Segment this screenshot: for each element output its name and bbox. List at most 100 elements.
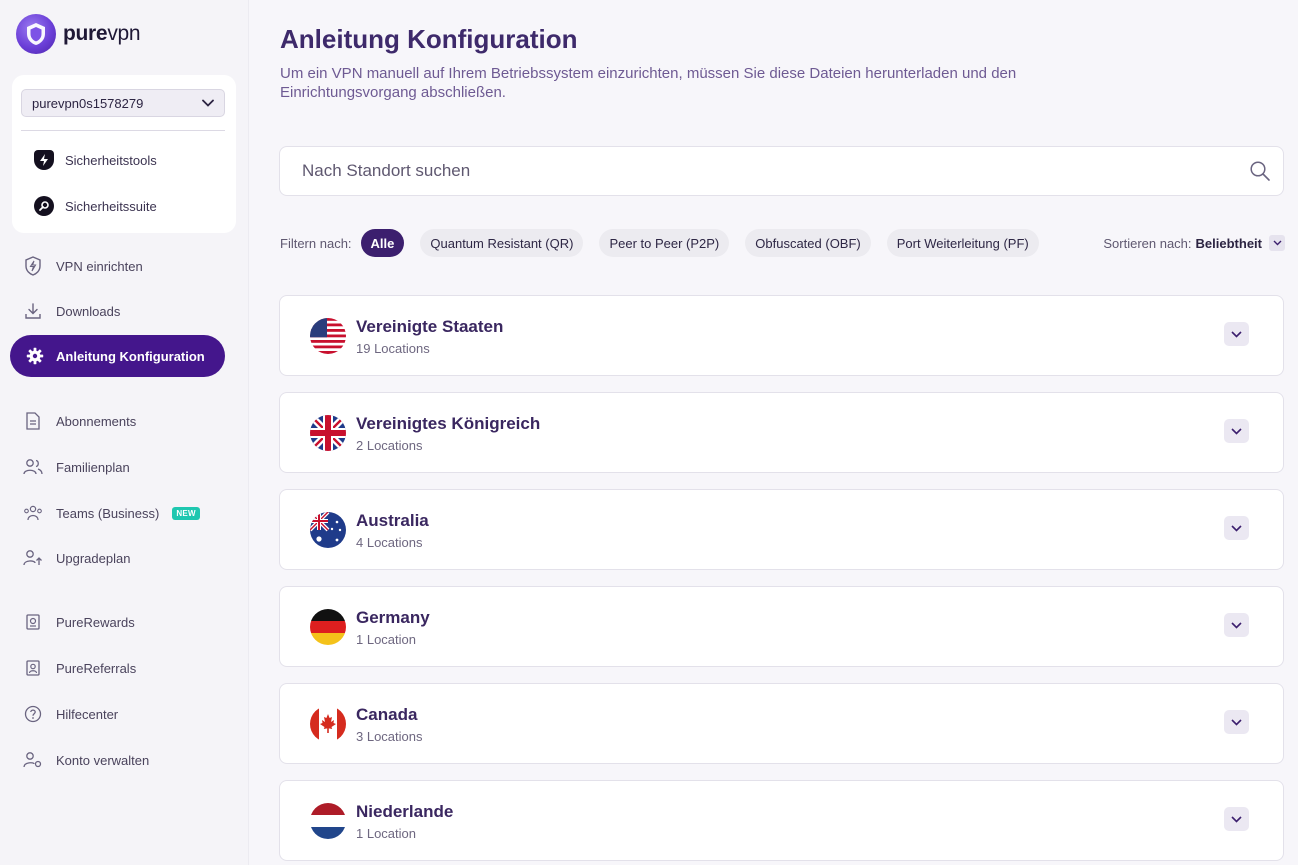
page-title: Anleitung Konfiguration xyxy=(280,24,578,54)
chevron-down-icon xyxy=(1231,718,1242,726)
country-name: Australia xyxy=(356,511,429,530)
filter-chip-all[interactable]: Alle xyxy=(360,229,405,257)
expand-button[interactable] xyxy=(1224,613,1249,637)
account-selector[interactable]: purevpn0s1578279 xyxy=(21,89,225,117)
shield-bolt-outline-icon xyxy=(22,255,44,277)
sidebar-item-subscriptions[interactable]: Abonnements xyxy=(22,410,136,432)
sidebar-item-family-plan[interactable]: Familienplan xyxy=(22,456,130,478)
filter-chip-p2p[interactable]: Peer to Peer (P2P) xyxy=(599,229,730,257)
sidebar-item-label: PureReferrals xyxy=(56,660,137,676)
chevron-down-icon xyxy=(1231,815,1242,823)
rewards-icon xyxy=(22,611,44,633)
sidebar-item-label: Sicherheitstools xyxy=(65,152,157,168)
sidebar-item-label: Upgradeplan xyxy=(56,550,131,566)
nl-flag-icon xyxy=(310,803,346,839)
shield-bolt-icon xyxy=(34,150,54,170)
country-name: Germany xyxy=(356,608,430,627)
country-name: Vereinigtes Königreich xyxy=(356,414,541,433)
sidebar-item-security-tools[interactable]: Sicherheitstools xyxy=(34,150,157,170)
account-card: purevpn0s1578279 Sicherheitstools Sicher… xyxy=(12,75,236,233)
user-settings-icon xyxy=(22,749,44,771)
sidebar-item-upgrade[interactable]: Upgradeplan xyxy=(22,547,130,569)
sidebar-item-label: Hilfecenter xyxy=(56,706,119,722)
sidebar-item-help-center[interactable]: Hilfecenter xyxy=(22,703,118,725)
sidebar-item-pure-rewards[interactable]: PureRewards xyxy=(22,611,135,633)
country-card-canada[interactable]: Canada 3 Locations xyxy=(279,683,1284,764)
new-badge: NEW xyxy=(172,506,200,520)
sidebar-item-label: Sicherheitssuite xyxy=(65,198,157,214)
filter-chip-port-forwarding[interactable]: Port Weiterleitung (PF) xyxy=(886,229,1039,257)
uk-flag-icon xyxy=(310,415,346,451)
country-card-germany[interactable]: Germany 1 Location xyxy=(279,586,1284,667)
sidebar-item-label: Abonnements xyxy=(56,413,137,429)
chevron-down-icon xyxy=(1231,330,1242,338)
users-icon xyxy=(22,456,44,478)
expand-button[interactable] xyxy=(1224,516,1249,540)
sidebar-item-label: Familienplan xyxy=(56,459,130,475)
sort-value: Beliebtheit xyxy=(1195,235,1262,251)
chevron-down-icon xyxy=(1231,427,1242,435)
country-location-count: 2 Locations xyxy=(356,438,423,453)
us-flag-icon xyxy=(310,318,346,354)
country-location-count: 4 Locations xyxy=(356,535,423,550)
purevpn-logo-icon xyxy=(16,14,56,54)
country-name: Niederlande xyxy=(356,802,454,821)
filter-bar: Filtern nach: Alle Quantum Resistant (QR… xyxy=(280,228,1285,258)
chevron-down-icon xyxy=(1231,621,1242,629)
chevron-down-icon xyxy=(202,99,214,107)
help-circle-icon xyxy=(22,703,44,725)
country-card-netherlands[interactable]: Niederlande 1 Location xyxy=(279,780,1284,861)
page-subtitle: Um ein VPN manuell auf Ihrem Betriebssys… xyxy=(280,65,1017,101)
filter-chip-quantum-resistant[interactable]: Quantum Resistant (QR) xyxy=(420,229,584,257)
chevron-down-icon xyxy=(1269,235,1285,251)
sidebar-item-pure-referrals[interactable]: PureReferrals xyxy=(22,657,136,679)
sidebar-item-teams[interactable]: Teams (Business) NEW xyxy=(22,502,200,524)
expand-button[interactable] xyxy=(1224,419,1249,443)
country-location-count: 19 Locations xyxy=(356,341,430,356)
expand-button[interactable] xyxy=(1224,710,1249,734)
search-input[interactable] xyxy=(302,161,1261,181)
referral-icon xyxy=(22,657,44,679)
country-card-uk[interactable]: Vereinigtes Königreich 2 Locations xyxy=(279,392,1284,473)
expand-button[interactable] xyxy=(1224,807,1249,831)
sidebar-item-label: Teams (Business) xyxy=(56,505,160,521)
sidebar-item-manage-account[interactable]: Konto verwalten xyxy=(22,749,149,771)
sort-dropdown[interactable]: Sortieren nach: Beliebtheit xyxy=(1103,235,1285,251)
team-icon xyxy=(22,502,44,524)
document-icon xyxy=(22,410,44,432)
search-shield-icon xyxy=(34,196,54,216)
sidebar-item-label: Konto verwalten xyxy=(56,752,150,768)
country-list: Vereinigte Staaten 19 Locations Vereinig xyxy=(279,295,1284,865)
country-name: Vereinigte Staaten xyxy=(356,317,504,336)
search-bar xyxy=(279,146,1284,196)
sidebar-item-manual-config[interactable]: Anleitung Konfiguration xyxy=(10,335,225,377)
brand-name: purevpn xyxy=(63,22,141,45)
ca-flag-icon xyxy=(310,706,346,742)
expand-button[interactable] xyxy=(1224,322,1249,346)
user-upgrade-icon xyxy=(22,547,44,569)
de-flag-icon xyxy=(310,609,346,645)
sidebar-item-label: PureRewards xyxy=(56,614,135,630)
sidebar-item-security-suite[interactable]: Sicherheitssuite xyxy=(34,196,157,216)
brand-logo[interactable]: purevpn xyxy=(16,14,141,54)
chevron-down-icon xyxy=(1231,524,1242,532)
country-location-count: 3 Locations xyxy=(356,729,423,744)
sidebar-item-label: Downloads xyxy=(56,303,121,319)
gear-icon xyxy=(25,346,45,366)
country-location-count: 1 Location xyxy=(356,826,416,841)
sidebar: purevpn purevpn0s1578279 Sicherheitstool… xyxy=(0,0,249,865)
country-location-count: 1 Location xyxy=(356,632,416,647)
main-content: Anleitung Konfiguration Um ein VPN manue… xyxy=(250,0,1298,865)
filter-chip-obfuscated[interactable]: Obfuscated (OBF) xyxy=(745,229,871,257)
download-icon xyxy=(22,300,44,322)
divider xyxy=(21,130,225,131)
sidebar-item-downloads[interactable]: Downloads xyxy=(22,300,120,322)
sidebar-item-label: Anleitung Konfiguration xyxy=(56,348,205,364)
country-card-australia[interactable]: Australia 4 Locations xyxy=(279,489,1284,570)
search-icon[interactable] xyxy=(1249,160,1271,187)
sidebar-item-label: VPN einrichten xyxy=(56,258,143,274)
country-card-us[interactable]: Vereinigte Staaten 19 Locations xyxy=(279,295,1284,376)
sidebar-item-setup-vpn[interactable]: VPN einrichten xyxy=(22,255,143,277)
country-name: Canada xyxy=(356,705,418,724)
sort-label: Sortieren nach: xyxy=(1103,235,1192,251)
